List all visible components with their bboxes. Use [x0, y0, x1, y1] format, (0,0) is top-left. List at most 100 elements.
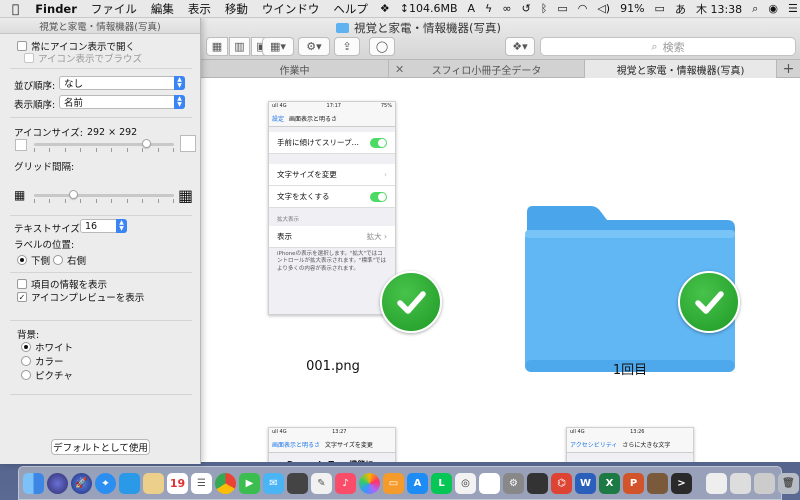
- checkbox[interactable]: [17, 279, 27, 289]
- new-tab-button[interactable]: +: [777, 60, 800, 78]
- notification-center-icon[interactable]: ☰: [783, 2, 800, 15]
- checkbox[interactable]: [17, 41, 27, 51]
- action-button[interactable]: ⚙▾: [298, 37, 330, 56]
- apple-menu-icon[interactable]: : [0, 2, 28, 16]
- grid-slider-knob[interactable]: [69, 190, 79, 199]
- radio[interactable]: [21, 342, 31, 352]
- terminal-dock-icon[interactable]: >: [671, 472, 692, 494]
- radio[interactable]: [53, 255, 63, 265]
- search-field[interactable]: ⌕ 検索: [540, 37, 796, 56]
- checkbox[interactable]: ✓: [17, 292, 27, 302]
- volume-icon[interactable]: ◁): [592, 2, 615, 15]
- appstore-dock-icon[interactable]: A: [407, 472, 428, 494]
- background-white-option[interactable]: ホワイト: [21, 340, 73, 354]
- reminders-dock-icon[interactable]: ☰: [191, 472, 212, 494]
- arrange-button[interactable]: ▦▾: [262, 37, 294, 56]
- dropbox-icon[interactable]: ❖: [375, 2, 395, 15]
- utility-dock-icon[interactable]: [647, 472, 668, 494]
- input-method[interactable]: あ: [670, 1, 691, 17]
- menu-window[interactable]: ウインドウ: [255, 1, 327, 17]
- finder-dock-icon[interactable]: [23, 472, 44, 494]
- radio[interactable]: [17, 255, 27, 265]
- textedit-dock-icon[interactable]: ✎: [311, 472, 332, 494]
- line-dock-icon[interactable]: L: [431, 472, 452, 494]
- photos-dock-icon[interactable]: [359, 472, 380, 494]
- checkbox[interactable]: [24, 53, 34, 63]
- menu-edit[interactable]: 編集: [144, 1, 181, 17]
- preview-dock-icon[interactable]: [119, 472, 140, 494]
- menu-file[interactable]: ファイル: [84, 1, 144, 17]
- share-button[interactable]: ⇪: [334, 37, 360, 56]
- word-dock-icon[interactable]: W: [575, 472, 596, 494]
- keynote-dock-icon[interactable]: [287, 472, 308, 494]
- trash-dock-icon[interactable]: 🗑: [778, 472, 799, 494]
- browse-icon-option[interactable]: アイコン表示でブラウズ: [24, 51, 142, 65]
- tab-sphero[interactable]: ✕ スフィロ小冊子全データ: [389, 60, 585, 78]
- battery-percent[interactable]: 91%: [615, 2, 649, 15]
- messages-dock-icon[interactable]: ✉: [263, 472, 284, 494]
- view-list-button[interactable]: ▥: [229, 37, 250, 56]
- file-thumbnail-row2-b[interactable]: ull 4G 13:26 アクセシビリティ さらに大きな文字: [566, 427, 694, 462]
- network-speed[interactable]: ↕104.6MB: [395, 2, 463, 15]
- menu-app-finder[interactable]: Finder: [28, 2, 84, 16]
- icon-size-slider-track[interactable]: [34, 143, 174, 146]
- tab-current[interactable]: 視覚と家電・情報機器(写真): [585, 60, 777, 78]
- grid-slider-track[interactable]: [34, 194, 174, 197]
- folder-stack-dock-icon[interactable]: [754, 472, 775, 494]
- siri-icon[interactable]: ◉: [763, 2, 783, 15]
- battery-icon[interactable]: ▭: [650, 2, 670, 15]
- bluetooth-icon[interactable]: ᛒ: [536, 2, 553, 15]
- clock[interactable]: 木 13:38: [691, 1, 747, 17]
- file-thumbnail-001[interactable]: ull 4G 17:17 75% 設定 画面表示と明るさ 手前に傾けてスリープ… 文字…: [268, 101, 396, 315]
- close-tab-icon[interactable]: ✕: [395, 63, 404, 76]
- script-editor-dock-icon[interactable]: [527, 472, 548, 494]
- tags-button[interactable]: ◯: [369, 37, 395, 56]
- search-icon[interactable]: ⌕: [747, 2, 763, 16]
- excel-dock-icon[interactable]: X: [599, 472, 620, 494]
- creative-cloud-icon[interactable]: ∞: [497, 2, 516, 15]
- downloads-stack-dock-icon[interactable]: [730, 472, 751, 494]
- wifi-icon[interactable]: ◠: [573, 2, 593, 15]
- airmail-dock-icon[interactable]: ⬩: [479, 472, 500, 494]
- menu-go[interactable]: 移動: [218, 1, 255, 17]
- folder-label[interactable]: 1回目: [540, 359, 720, 378]
- siri-dock-icon[interactable]: [47, 472, 68, 494]
- label-position-bottom[interactable]: 下側: [17, 253, 50, 267]
- label-position-right[interactable]: 右側: [53, 253, 86, 267]
- safari-dock-icon[interactable]: ⌖: [95, 472, 116, 494]
- text-editor-icon[interactable]: A: [463, 2, 481, 15]
- document-stack-dock-icon[interactable]: [706, 472, 727, 494]
- show-item-info-option[interactable]: 項目の情報を表示: [17, 277, 107, 291]
- file-label[interactable]: 001.png: [243, 359, 423, 374]
- dropbox-button[interactable]: ❖▾: [505, 37, 535, 56]
- menu-view[interactable]: 表示: [181, 1, 218, 17]
- use-as-defaults-button[interactable]: デフォルトとして使用: [51, 439, 150, 455]
- background-picture-option[interactable]: ピクチャ: [21, 368, 73, 382]
- powerpoint-dock-icon[interactable]: P: [623, 472, 644, 494]
- radio[interactable]: [21, 370, 31, 380]
- icon-size-slider-knob[interactable]: [142, 139, 151, 148]
- arrange-select[interactable]: なし ▲ ▼: [59, 76, 185, 90]
- text-size-select[interactable]: 16 ▲ ▼: [80, 219, 127, 233]
- calendar-dock-icon[interactable]: 19: [167, 472, 188, 494]
- chrome-dock-icon[interactable]: [215, 472, 236, 494]
- facetime-dock-icon[interactable]: ▶: [239, 472, 260, 494]
- sort-select[interactable]: 名前 ▲ ▼: [59, 95, 185, 109]
- timemachine-icon[interactable]: ↺: [516, 2, 535, 15]
- radio[interactable]: [21, 356, 31, 366]
- acrobat-dock-icon[interactable]: ⌬: [551, 472, 572, 494]
- bolt-icon[interactable]: ϟ: [480, 2, 497, 15]
- system-preferences-dock-icon[interactable]: ⚙: [503, 472, 524, 494]
- file-thumbnail-row2-a[interactable]: ull 4G13:27 画面表示と明るさ文字サイズを変更 Dynamic Typ…: [268, 427, 396, 462]
- contacts-dock-icon[interactable]: [143, 472, 164, 494]
- tab-work[interactable]: 作業中: [201, 60, 389, 78]
- menu-help[interactable]: ヘルプ: [326, 1, 375, 17]
- view-icon-button[interactable]: ▦: [206, 37, 228, 56]
- books-dock-icon[interactable]: ▭: [383, 472, 404, 494]
- music-dock-icon[interactable]: ♪: [335, 472, 356, 494]
- launchpad-dock-icon[interactable]: 🚀: [71, 472, 92, 494]
- background-color-option[interactable]: カラー: [21, 354, 64, 368]
- show-icon-preview-option[interactable]: ✓ アイコンプレビューを表示: [17, 290, 144, 304]
- cyberduck-dock-icon[interactable]: ◎: [455, 472, 476, 494]
- airplay-icon[interactable]: ▭: [552, 2, 572, 15]
